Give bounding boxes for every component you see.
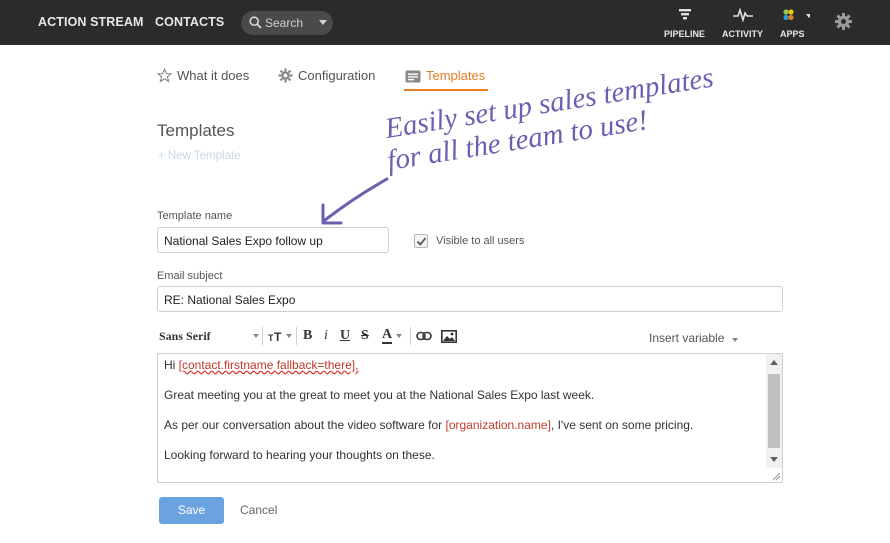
- template-name-input[interactable]: National Sales Expo follow up: [157, 227, 389, 253]
- toolbar-divider: [410, 327, 411, 345]
- activity-button[interactable]: ACTIVITY: [722, 7, 764, 39]
- top-navigation-bar: ACTION STREAM CONTACTS Search PIPELINE A…: [0, 0, 890, 45]
- new-template-link[interactable]: + New Template: [158, 150, 241, 162]
- email-subject-input[interactable]: RE: National Sales Expo: [157, 286, 783, 312]
- line3-suffix-text: , I've sent on some pricing.: [550, 418, 694, 432]
- visible-to-all-label: Visible to all users: [436, 235, 525, 247]
- search-icon: [249, 16, 262, 29]
- tab-what-it-does[interactable]: What it does: [156, 67, 250, 83]
- cog-icon: [278, 68, 293, 83]
- image-button[interactable]: [441, 327, 457, 345]
- apps-button[interactable]: APPS: [780, 8, 812, 39]
- text-color-icon: A: [382, 327, 393, 344]
- image-icon: [441, 329, 457, 343]
- template-name-value: National Sales Expo follow up: [164, 234, 323, 248]
- page-title: Templates: [157, 121, 235, 140]
- link-icon: [416, 331, 432, 341]
- text-color-button[interactable]: A: [382, 327, 403, 345]
- gear-icon[interactable]: [834, 12, 853, 31]
- greeting-text: Hi: [164, 358, 179, 372]
- editor-line-4: Looking forward to hearing your thoughts…: [164, 448, 435, 462]
- size-dropdown-arrow-icon: [286, 334, 292, 338]
- editor-line-2: Great meeting you at the great to meet y…: [164, 388, 595, 402]
- strikethrough-icon: S: [361, 328, 369, 343]
- active-tab-indicator: [404, 89, 488, 91]
- firstname-variable: [contact.firstname fallback=there],: [178, 358, 359, 372]
- tab-what-it-does-label: What it does: [177, 68, 250, 83]
- apps-icon: [783, 9, 812, 21]
- organization-variable: [organization.name]: [445, 418, 551, 432]
- insert-variable-arrow-icon: [731, 338, 738, 342]
- nav-contacts[interactable]: CONTACTS: [155, 15, 224, 29]
- email-subject-label: Email subject: [157, 270, 223, 282]
- activity-icon: [732, 7, 753, 23]
- save-button[interactable]: Save: [159, 497, 224, 524]
- template-name-label: Template name: [157, 210, 233, 222]
- annotation-line-2: for all the team to use!: [384, 104, 650, 178]
- insert-variable-label: Insert variable: [649, 331, 725, 345]
- bold-icon: B: [303, 328, 313, 343]
- pipeline-button[interactable]: PIPELINE: [664, 8, 705, 39]
- activity-label: ACTIVITY: [722, 29, 764, 39]
- tab-configuration[interactable]: Configuration: [278, 68, 375, 83]
- font-dropdown-arrow-icon: [253, 334, 259, 338]
- tab-templates[interactable]: Templates: [405, 68, 485, 83]
- underline-button[interactable]: U: [340, 327, 350, 345]
- tab-configuration-label: Configuration: [298, 68, 376, 83]
- italic-icon: i: [324, 328, 328, 343]
- editor-line-greeting: Hi [contact.firstname fallback=there],: [164, 358, 358, 372]
- search-box[interactable]: Search: [241, 11, 333, 35]
- font-family-value: Sans Serif: [159, 328, 211, 343]
- search-dropdown-caret-icon[interactable]: [319, 20, 327, 25]
- visible-to-all-checkbox[interactable]: [414, 234, 428, 248]
- cancel-button[interactable]: Cancel: [240, 503, 277, 517]
- italic-button[interactable]: i: [324, 327, 328, 345]
- scroll-thumb[interactable]: [768, 374, 780, 448]
- insert-variable-dropdown[interactable]: Insert variable: [649, 331, 738, 345]
- checkmark-icon: [416, 237, 427, 246]
- annotation-arrow-icon: [321, 177, 389, 225]
- svg-text:T: T: [274, 330, 282, 342]
- tab-templates-label: Templates: [426, 68, 486, 83]
- toolbar-divider: [296, 327, 297, 345]
- underline-icon: U: [340, 328, 351, 343]
- strikethrough-button[interactable]: S: [361, 327, 369, 345]
- scroll-down-icon[interactable]: [770, 457, 778, 462]
- search-placeholder: Search: [265, 16, 304, 30]
- star-icon: [156, 67, 173, 83]
- line3-prefix-text: As per our conversation about the video …: [164, 418, 446, 432]
- link-button[interactable]: [416, 327, 432, 345]
- bold-button[interactable]: B: [303, 327, 312, 345]
- email-subject-value: RE: National Sales Expo: [164, 293, 296, 307]
- email-body-editor[interactable]: Hi [contact.firstname fallback=there], G…: [157, 353, 783, 483]
- resize-handle-icon[interactable]: [771, 471, 781, 481]
- scroll-up-icon[interactable]: [770, 360, 778, 365]
- handwritten-annotation: Easily set up sales templates for all th…: [380, 61, 760, 195]
- editor-line-3: As per our conversation about the video …: [164, 418, 693, 432]
- pipeline-icon: [678, 9, 691, 20]
- font-family-select[interactable]: Sans Serif: [159, 327, 259, 345]
- toolbar-divider: [262, 327, 263, 345]
- color-dropdown-arrow-icon: [396, 334, 403, 338]
- template-icon: [405, 70, 421, 83]
- pipeline-label: PIPELINE: [664, 29, 706, 39]
- apps-label: APPS: [780, 29, 805, 39]
- font-size-select[interactable]: T T: [268, 327, 292, 345]
- editor-scrollbar[interactable]: [766, 354, 782, 468]
- nav-action-stream[interactable]: ACTION STREAM: [38, 15, 143, 29]
- text-size-icon: T T: [268, 330, 282, 342]
